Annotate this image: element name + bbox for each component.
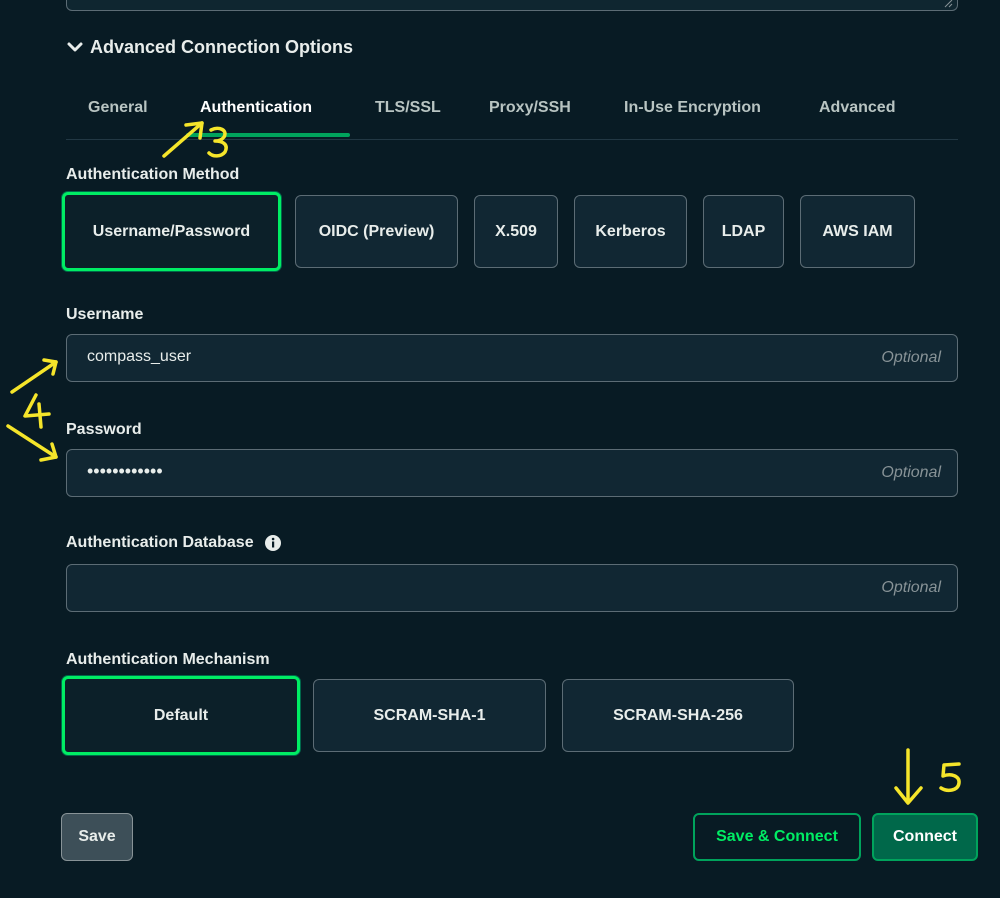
annotation-number-3 — [207, 126, 228, 158]
auth-method-label: Authentication Method — [66, 166, 240, 183]
auth-method-kerberos[interactable]: Kerberos — [574, 195, 687, 268]
save-button[interactable]: Save — [61, 813, 133, 861]
annotation-number-4 — [23, 393, 51, 429]
password-placeholder: Optional — [881, 464, 941, 481]
tab-proxy-ssh[interactable]: Proxy/SSH — [489, 99, 571, 117]
tab-advanced[interactable]: Advanced — [819, 99, 895, 117]
password-field[interactable]: •••••••••••• Optional — [66, 449, 958, 497]
connect-button[interactable]: Connect — [872, 813, 978, 861]
username-label: Username — [66, 306, 144, 323]
chevron-down-icon — [67, 42, 83, 52]
auth-database-label: Authentication Database — [66, 534, 254, 551]
resize-handle-icon[interactable] — [943, 0, 953, 8]
auth-mechanism-label: Authentication Mechanism — [66, 651, 270, 668]
mechanism-default[interactable]: Default — [62, 676, 300, 755]
advanced-options-title: Advanced Connection Options — [90, 36, 354, 57]
info-icon[interactable] — [264, 534, 282, 552]
username-placeholder: Optional — [881, 349, 941, 366]
annotation-number-5 — [939, 762, 961, 793]
username-field[interactable]: compass_user Optional — [66, 334, 958, 382]
auth-method-oidc[interactable]: OIDC (Preview) — [295, 195, 458, 268]
auth-database-field[interactable]: Optional — [66, 564, 958, 612]
auth-method-aws-iam[interactable]: AWS IAM — [800, 195, 915, 268]
auth-method-x509[interactable]: X.509 — [474, 195, 558, 268]
tab-general[interactable]: General — [88, 99, 148, 117]
connection-string-textarea[interactable] — [66, 0, 958, 11]
password-value: •••••••••••• — [87, 461, 163, 481]
advanced-options-toggle[interactable]: Advanced Connection Options — [66, 35, 353, 59]
auth-database-placeholder: Optional — [881, 579, 941, 596]
auth-database-label-row: Authentication Database — [66, 534, 282, 552]
tab-in-use-encryption[interactable]: In-Use Encryption — [624, 99, 761, 117]
annotation-arrow-5 — [894, 748, 923, 805]
auth-method-username-password[interactable]: Username/Password — [62, 192, 281, 271]
save-and-connect-button[interactable]: Save & Connect — [693, 813, 861, 861]
mechanism-scram-sha-256[interactable]: SCRAM-SHA-256 — [562, 679, 794, 752]
username-value: compass_user — [87, 348, 192, 365]
password-label: Password — [66, 421, 142, 438]
mechanism-scram-sha-1[interactable]: SCRAM-SHA-1 — [313, 679, 546, 752]
tab-tls-ssl[interactable]: TLS/SSL — [375, 99, 441, 117]
auth-method-ldap[interactable]: LDAP — [703, 195, 784, 268]
